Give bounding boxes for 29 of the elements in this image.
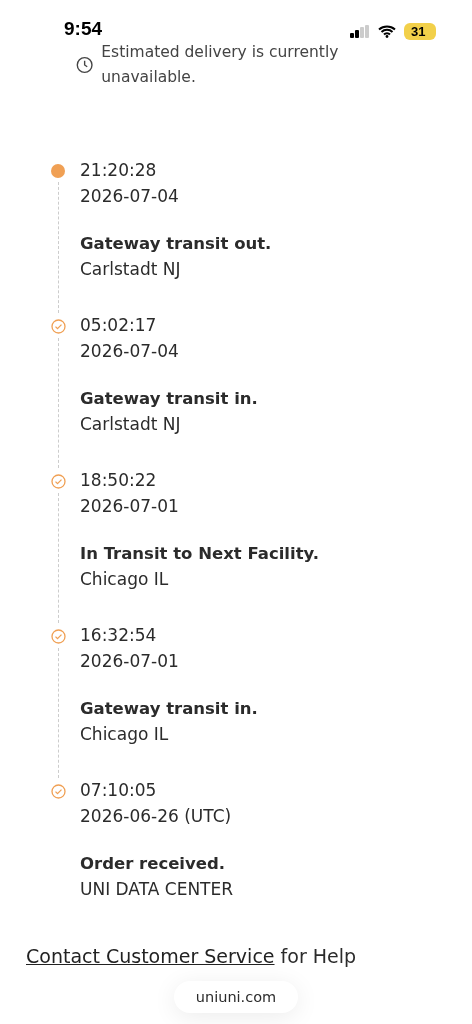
event-date: 2026-07-04	[80, 339, 180, 363]
event-time: 21:20:28	[80, 159, 158, 182]
event-location: Chicago IL	[80, 722, 170, 746]
battery-level: 31	[404, 23, 436, 40]
event-date: 2026-07-01	[80, 494, 180, 518]
event-title: Gateway transit out.	[80, 233, 272, 255]
event-location: Carlstadt NJ	[80, 412, 182, 436]
delivery-estimate: Estimated delivery is currently unavailable.	[101, 42, 340, 88]
event-time: 07:10:05	[80, 779, 158, 802]
clock-icon	[76, 55, 94, 75]
contact-link[interactable]: Contact Customer Service	[26, 945, 275, 967]
event-location: UNI DATA CENTER	[80, 877, 234, 901]
wifi-icon	[378, 25, 396, 38]
url-bar[interactable]: uniuni.com	[173, 981, 299, 1013]
event-date: 2026-06-26 (UTC)	[80, 804, 233, 828]
signal-icon	[350, 25, 370, 38]
event-date: 2026-07-04	[80, 184, 180, 208]
event-time: 16:32:54	[80, 624, 158, 647]
event-date: 2026-07-01	[80, 649, 180, 673]
event-location: Chicago IL	[80, 567, 170, 591]
help-text: for Help	[280, 945, 357, 967]
event-title: In Transit to Next Facility.	[80, 543, 320, 565]
event-title: Order received.	[80, 853, 227, 875]
event-title: Gateway transit in.	[80, 698, 258, 720]
clock-time: 9:54	[64, 18, 103, 40]
event-title: Gateway transit in.	[80, 388, 258, 410]
event-location: Carlstadt NJ	[80, 257, 182, 281]
event-time: 18:50:22	[80, 469, 158, 492]
event-time: 05:02:17	[80, 314, 158, 337]
